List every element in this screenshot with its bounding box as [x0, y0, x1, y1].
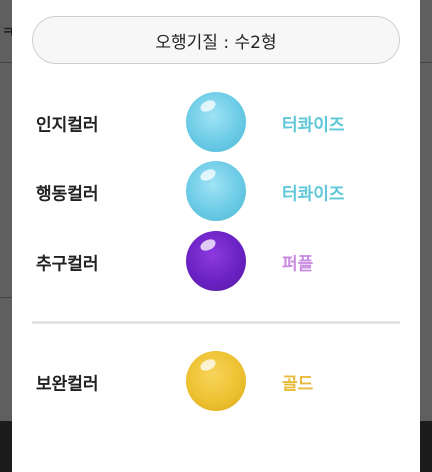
background-overlay-left: ㅋ: [0, 0, 15, 472]
color-name: 퍼플: [282, 254, 314, 275]
row-label: 보완컬러: [36, 374, 99, 395]
element-type-pill: 오행기질 : 수2형: [32, 16, 400, 64]
row-label: 인지컬러: [36, 115, 99, 136]
gold-orb-icon: [186, 351, 246, 411]
color-name: 터콰이즈: [282, 115, 345, 136]
color-row-behavior: 행동컬러 터콰이즈: [12, 161, 420, 223]
background-divider: [420, 62, 432, 63]
color-name: 터콰이즈: [282, 184, 345, 205]
turquoise-orb-icon: [186, 92, 246, 152]
color-row-cognition: 인지컬러 터콰이즈: [12, 92, 420, 154]
purple-orb-icon: [186, 231, 246, 291]
background-divider: [0, 62, 12, 63]
color-row-pursuit: 추구컬러 퍼플: [12, 231, 420, 293]
background-divider: [0, 297, 12, 298]
turquoise-orb-icon: [186, 161, 246, 221]
color-result-sheet: 오행기질 : 수2형 인지컬러 터콰이즈 행동컬러 터콰이즈 추구컬러 퍼플 보…: [12, 0, 420, 472]
row-label: 행동컬러: [36, 184, 99, 205]
row-label: 추구컬러: [36, 254, 99, 275]
color-row-complement: 보완컬러 골드: [12, 351, 420, 413]
section-divider: [32, 321, 400, 324]
element-type-text: 오행기질 : 수2형: [155, 32, 277, 53]
color-name: 골드: [282, 374, 314, 395]
background-overlay-right: [420, 0, 432, 472]
